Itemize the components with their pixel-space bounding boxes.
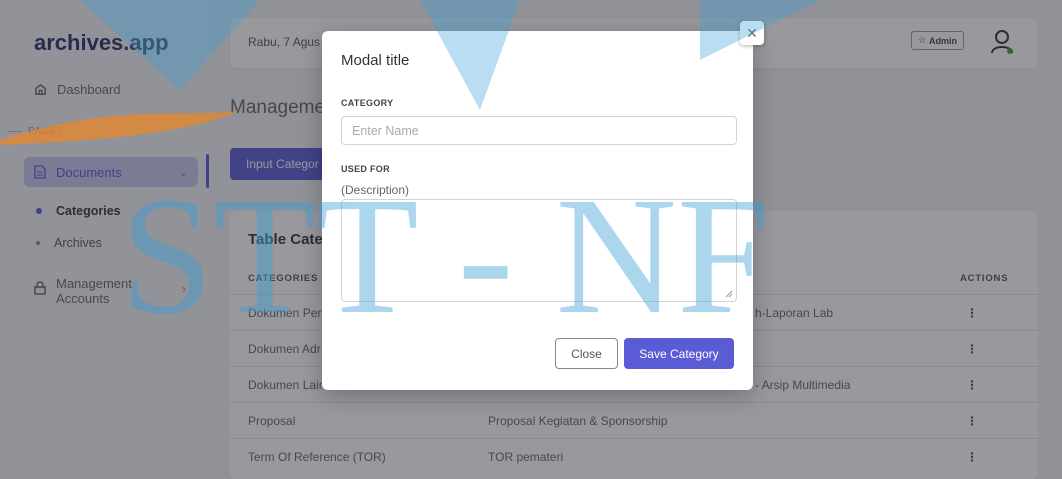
resize-handle-icon[interactable] — [725, 290, 733, 298]
used-for-textarea[interactable] — [341, 199, 737, 302]
used-for-label: USED FOR — [341, 164, 390, 174]
app: archives.app Dashboard PAGES Documents ⌄… — [0, 0, 1062, 479]
modal-title: Modal title — [341, 52, 410, 69]
description-hint: (Description) — [341, 183, 410, 197]
close-button[interactable]: Close — [555, 338, 618, 369]
category-modal: Modal title CATEGORY USED FOR (Descripti… — [322, 31, 753, 390]
category-label: CATEGORY — [341, 98, 394, 108]
close-icon[interactable]: ✕ — [740, 21, 764, 45]
save-category-button[interactable]: Save Category — [624, 338, 734, 369]
category-name-input[interactable] — [341, 116, 737, 145]
